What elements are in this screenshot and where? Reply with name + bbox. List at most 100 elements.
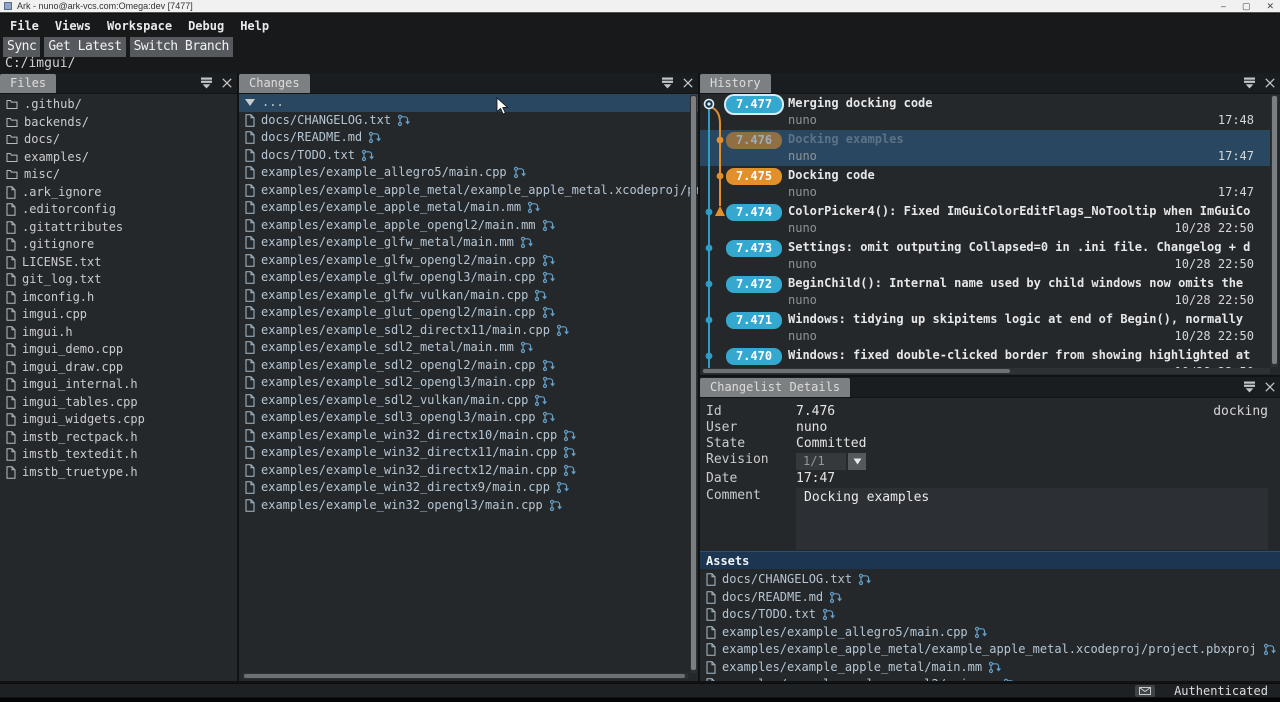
asset-file-row[interactable]: docs/TODO.txt [700, 606, 1280, 624]
file-tree-item[interactable]: imgui.cpp [0, 306, 237, 324]
changed-file-row[interactable]: examples/example_win32_directx12/main.cp… [239, 462, 698, 480]
asset-file-row[interactable]: docs/README.md [700, 589, 1280, 607]
menu-item-debug[interactable]: Debug [180, 17, 232, 35]
toolbar-button-sync[interactable]: Sync [3, 37, 40, 57]
tab-changelist-details[interactable]: Changelist Details [700, 378, 850, 397]
file-tree-item[interactable]: imstb_rectpack.h [0, 429, 237, 447]
changed-file-row[interactable]: examples/example_win32_opengl3/main.cpp [239, 497, 698, 515]
changes-horizontal-scrollbar[interactable] [243, 673, 688, 679]
revision-select[interactable]: 1/1 [796, 453, 846, 470]
panel-close-button[interactable] [1265, 78, 1275, 88]
comment-textbox[interactable]: Docking examples [796, 488, 1268, 550]
panel-filter-button[interactable] [661, 77, 674, 89]
changed-file-row[interactable]: examples/example_sdl2_vulkan/main.cpp [239, 392, 698, 410]
panel-close-button[interactable] [683, 78, 693, 88]
file-tree-item[interactable]: imstb_textedit.h [0, 446, 237, 464]
changed-file-row[interactable]: docs/TODO.txt [239, 147, 698, 165]
filter-icon[interactable] [661, 77, 674, 89]
tab-history[interactable]: History [700, 74, 771, 93]
file-tree-item[interactable]: .editorconfig [0, 201, 237, 219]
changed-file-row[interactable]: examples/example_glfw_vulkan/main.cpp [239, 287, 698, 305]
menu-item-help[interactable]: Help [232, 17, 277, 35]
close-button[interactable]: ✕ [1266, 0, 1274, 13]
close-icon[interactable] [683, 78, 693, 88]
asset-file-row[interactable]: examples/example_allegro5/main.cpp [700, 624, 1280, 642]
changed-file-row[interactable]: examples/example_apple_opengl2/main.mm [239, 217, 698, 235]
maximize-button[interactable]: ▢ [1242, 0, 1251, 13]
asset-file-row[interactable]: docs/CHANGELOG.txt [700, 571, 1280, 589]
changed-file-row[interactable]: examples/example_win32_directx11/main.cp… [239, 444, 698, 462]
changed-file-row[interactable]: examples/example_sdl2_opengl2/main.cpp [239, 357, 698, 375]
changed-file-row[interactable]: docs/CHANGELOG.txt [239, 112, 698, 130]
panel-filter-button[interactable] [1243, 381, 1256, 393]
changed-file-row[interactable]: examples/example_glfw_opengl3/main.cpp [239, 269, 698, 287]
changes-vertical-scrollbar[interactable] [690, 95, 697, 673]
changed-file-row[interactable]: docs/README.md [239, 129, 698, 147]
close-icon[interactable] [1265, 78, 1275, 88]
tab-files[interactable]: Files [0, 74, 56, 93]
file-tree-item[interactable]: git_log.txt [0, 271, 237, 289]
file-tree-item[interactable]: backends/ [0, 114, 237, 132]
menu-item-views[interactable]: Views [47, 17, 99, 35]
changed-file-row[interactable]: examples/example_sdl2_opengl3/main.cpp [239, 374, 698, 392]
tab-changes[interactable]: Changes [239, 74, 310, 93]
file-tree-item[interactable]: .ark_ignore [0, 184, 237, 202]
history-vertical-scrollbar[interactable] [1271, 95, 1278, 367]
file-tree-item[interactable]: imgui_internal.h [0, 376, 237, 394]
file-tree-item[interactable]: imstb_truetype.h [0, 464, 237, 482]
changed-file-row[interactable]: examples/example_sdl2_metal/main.mm [239, 339, 698, 357]
file-tree-item[interactable]: imconfig.h [0, 289, 237, 307]
changed-file-row[interactable]: examples/example_win32_directx9/main.cpp [239, 479, 698, 497]
filter-icon[interactable] [1243, 381, 1256, 393]
filter-icon[interactable] [1243, 77, 1256, 89]
history-entry-7.476[interactable]: 7.476 Docking examples nuno 17:47 [700, 130, 1270, 166]
history-entry-7.477[interactable]: 7.477 Merging docking code nuno 17:48 [700, 94, 1270, 130]
asset-file-row[interactable]: examples/example_apple_metal/example_app… [700, 641, 1280, 659]
menu-item-file[interactable]: File [2, 17, 47, 35]
changed-file-row[interactable]: examples/example_apple_metal/main.mm [239, 199, 698, 217]
mail-indicator[interactable] [1135, 685, 1155, 697]
close-icon[interactable] [1265, 382, 1275, 392]
menu-item-workspace[interactable]: Workspace [99, 17, 180, 35]
changed-file-row[interactable]: examples/example_sdl3_opengl3/main.cpp [239, 409, 698, 427]
toolbar-button-switch-branch[interactable]: Switch Branch [130, 37, 233, 57]
history-horizontal-scrollbar[interactable] [702, 368, 1270, 374]
panel-filter-button[interactable] [200, 77, 213, 89]
asset-file-row[interactable]: examples/example_apple_opengl2/main.mm [700, 676, 1280, 681]
changed-file-row[interactable]: examples/example_sdl2_directx11/main.cpp [239, 322, 698, 340]
history-entry-7.475[interactable]: 7.475 Docking code nuno 17:47 [700, 166, 1270, 202]
history-entry-7.472[interactable]: 7.472 BeginChild(): Internal name used b… [700, 274, 1270, 310]
file-tree-item[interactable]: imgui_demo.cpp [0, 341, 237, 359]
file-tree-item[interactable]: imgui_tables.cpp [0, 394, 237, 412]
changed-file-row[interactable]: examples/example_allegro5/main.cpp [239, 164, 698, 182]
file-tree-item[interactable]: misc/ [0, 166, 237, 184]
expander-triangle-icon[interactable] [245, 98, 255, 107]
file-tree-item[interactable]: imgui_widgets.cpp [0, 411, 237, 429]
changed-file-row[interactable]: examples/example_glfw_opengl2/main.cpp [239, 252, 698, 270]
toolbar-button-get-latest[interactable]: Get Latest [44, 37, 125, 57]
file-tree-item[interactable]: imgui.h [0, 324, 237, 342]
history-entry-7.473[interactable]: 7.473 Settings: omit outputing Collapsed… [700, 238, 1270, 274]
changed-file-row[interactable]: examples/example_win32_directx10/main.cp… [239, 427, 698, 445]
minimize-button[interactable]: – [1221, 0, 1226, 13]
filter-icon[interactable] [200, 77, 213, 89]
changed-file-row[interactable]: examples/example_apple_metal/example_app… [239, 182, 698, 200]
file-tree-item[interactable]: .github/ [0, 96, 237, 114]
file-tree-item[interactable]: .gitattributes [0, 219, 237, 237]
panel-close-button[interactable] [1265, 382, 1275, 392]
file-tree-item[interactable]: docs/ [0, 131, 237, 149]
asset-file-row[interactable]: examples/example_apple_metal/main.mm [700, 659, 1280, 677]
history-entry-7.474[interactable]: 7.474 ColorPicker4(): Fixed ImGuiColorEd… [700, 202, 1270, 238]
changes-root-row[interactable]: ... [239, 94, 698, 112]
changed-file-row[interactable]: examples/example_glut_opengl2/main.cpp [239, 304, 698, 322]
history-entry-7.471[interactable]: 7.471 Windows: tidying up skipitems logi… [700, 310, 1270, 346]
file-tree-item[interactable]: examples/ [0, 149, 237, 167]
panel-close-button[interactable] [222, 78, 232, 88]
revision-dropdown-button[interactable] [848, 453, 866, 470]
close-icon[interactable] [222, 78, 232, 88]
file-tree-item[interactable]: imgui_draw.cpp [0, 359, 237, 377]
panel-filter-button[interactable] [1243, 77, 1256, 89]
file-tree-item[interactable]: .gitignore [0, 236, 237, 254]
changed-file-row[interactable]: examples/example_glfw_metal/main.mm [239, 234, 698, 252]
file-tree-item[interactable]: LICENSE.txt [0, 254, 237, 272]
